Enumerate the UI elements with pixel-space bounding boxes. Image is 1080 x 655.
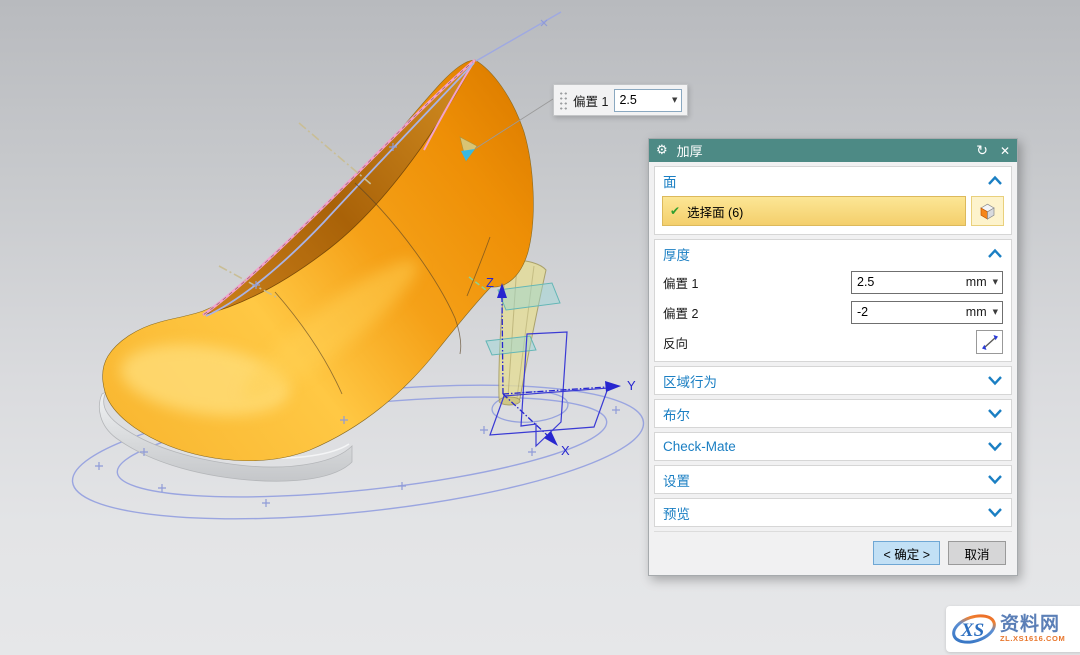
reverse-row: 反向 — [655, 327, 1011, 357]
face-content-row: ✔ 选择面 (6) — [655, 194, 1011, 234]
reverse-direction-icon — [981, 334, 999, 351]
reverse-direction-button[interactable] — [976, 330, 1003, 354]
offset2-input[interactable] — [852, 305, 966, 319]
offset1-label: 偏置 1 — [663, 273, 698, 292]
offset2-row: 偏置 2 mm ▼ — [655, 297, 1011, 327]
thickness-section-header[interactable]: 厚度 — [655, 240, 1011, 267]
boolean-title: 布尔 — [663, 404, 690, 424]
dialog-footer: < 确定 > 取消 — [654, 531, 1012, 575]
region-behavior-group: 区域行为 — [654, 366, 1012, 395]
chevron-down-icon[interactable] — [987, 507, 1003, 518]
y-axis-arrow — [605, 381, 621, 392]
reverse-label: 反向 — [663, 333, 688, 352]
shoe-model[interactable] — [103, 60, 534, 461]
chevron-down-icon[interactable] — [987, 408, 1003, 419]
offset1-input[interactable] — [852, 275, 966, 289]
chevron-down-icon[interactable] — [987, 441, 1003, 452]
offset2-field: mm ▼ — [851, 301, 1003, 324]
settings-title: 设置 — [663, 470, 690, 490]
gear-icon: ⚙ — [656, 143, 668, 158]
select-face-label: 选择面 (6) — [687, 202, 743, 221]
mini-dropdown-arrow-icon[interactable]: ▼ — [668, 97, 681, 104]
watermark-logo-text: XS — [960, 620, 984, 641]
x-axis[interactable] — [503, 394, 547, 435]
thicken-dialog: ⚙ 加厚 ↻ ✕ 面 ✔ 选择面 (6) — [648, 138, 1018, 576]
offset1-unit: mm — [966, 275, 989, 289]
offset2-unit: mm — [966, 305, 989, 319]
preview-group: 预览 — [654, 498, 1012, 527]
offset1-dropdown-arrow-icon[interactable]: ▼ — [989, 279, 1002, 286]
ok-button[interactable]: < 确定 > — [873, 541, 940, 565]
thickness-group: 厚度 偏置 1 mm ▼ 偏置 2 mm ▼ — [654, 239, 1012, 362]
boolean-section-header[interactable]: 布尔 — [655, 400, 1011, 427]
thickness-section-title: 厚度 — [663, 244, 690, 264]
x-axis-label: X — [561, 443, 570, 458]
preview-title: 预览 — [663, 503, 690, 523]
reset-icon[interactable]: ↻ — [976, 143, 988, 159]
face-section-header[interactable]: 面 — [655, 167, 1011, 194]
boolean-group: 布尔 — [654, 399, 1012, 428]
checkmate-title: Check-Mate — [663, 439, 736, 454]
checkmate-section-header[interactable]: Check-Mate — [655, 433, 1011, 460]
select-face-row[interactable]: ✔ 选择面 (6) — [662, 196, 966, 226]
face-rule-button[interactable] — [971, 196, 1004, 226]
watermark-site-name: 资料网 — [1000, 615, 1060, 635]
drag-handle[interactable] — [558, 90, 567, 110]
dialog-title: 加厚 — [677, 141, 977, 160]
offset-mini-toolbar: 偏置 1 ▼ — [553, 84, 688, 116]
face-section-title: 面 — [663, 171, 677, 191]
offset1-field: mm ▼ — [851, 271, 1003, 294]
dialog-titlebar[interactable]: ⚙ 加厚 ↻ ✕ — [649, 139, 1017, 162]
watermark-badge: XS 资料网 ZL.XS1616.COM — [946, 606, 1080, 652]
offset2-label: 偏置 2 — [663, 303, 698, 322]
offset2-dropdown-arrow-icon[interactable]: ▼ — [989, 309, 1002, 316]
dialog-body: 面 ✔ 选择面 (6) — [649, 162, 1017, 575]
z-axis-label: Z — [486, 275, 494, 290]
cancel-button[interactable]: 取消 — [948, 541, 1006, 565]
watermark-logo: XS — [950, 610, 998, 648]
face-group: 面 ✔ 选择面 (6) — [654, 166, 1012, 235]
settings-group: 设置 — [654, 465, 1012, 494]
chevron-down-icon[interactable] — [987, 474, 1003, 485]
chevron-up-icon[interactable] — [987, 175, 1003, 186]
check-icon: ✔ — [670, 204, 680, 218]
chevron-up-icon[interactable] — [987, 248, 1003, 259]
x-axis-arrow — [544, 431, 558, 446]
offset1-row: 偏置 1 mm ▼ — [655, 267, 1011, 297]
y-axis-label: Y — [627, 378, 636, 393]
watermark-site-url: ZL.XS1616.COM — [1000, 634, 1065, 643]
preview-section-header[interactable]: 预览 — [655, 499, 1011, 526]
mini-offset-field: ▼ — [614, 89, 682, 112]
mini-offset-label: 偏置 1 — [573, 91, 608, 110]
region-behavior-title: 区域行为 — [663, 371, 717, 391]
sketch-guide-line[interactable] — [476, 12, 561, 61]
region-behavior-section-header[interactable]: 区域行为 — [655, 367, 1011, 394]
cube-icon — [977, 201, 998, 222]
close-icon[interactable]: ✕ — [1000, 144, 1010, 158]
settings-section-header[interactable]: 设置 — [655, 466, 1011, 493]
chevron-down-icon[interactable] — [987, 375, 1003, 386]
checkmate-group: Check-Mate — [654, 432, 1012, 461]
mini-offset-input[interactable] — [615, 93, 668, 107]
